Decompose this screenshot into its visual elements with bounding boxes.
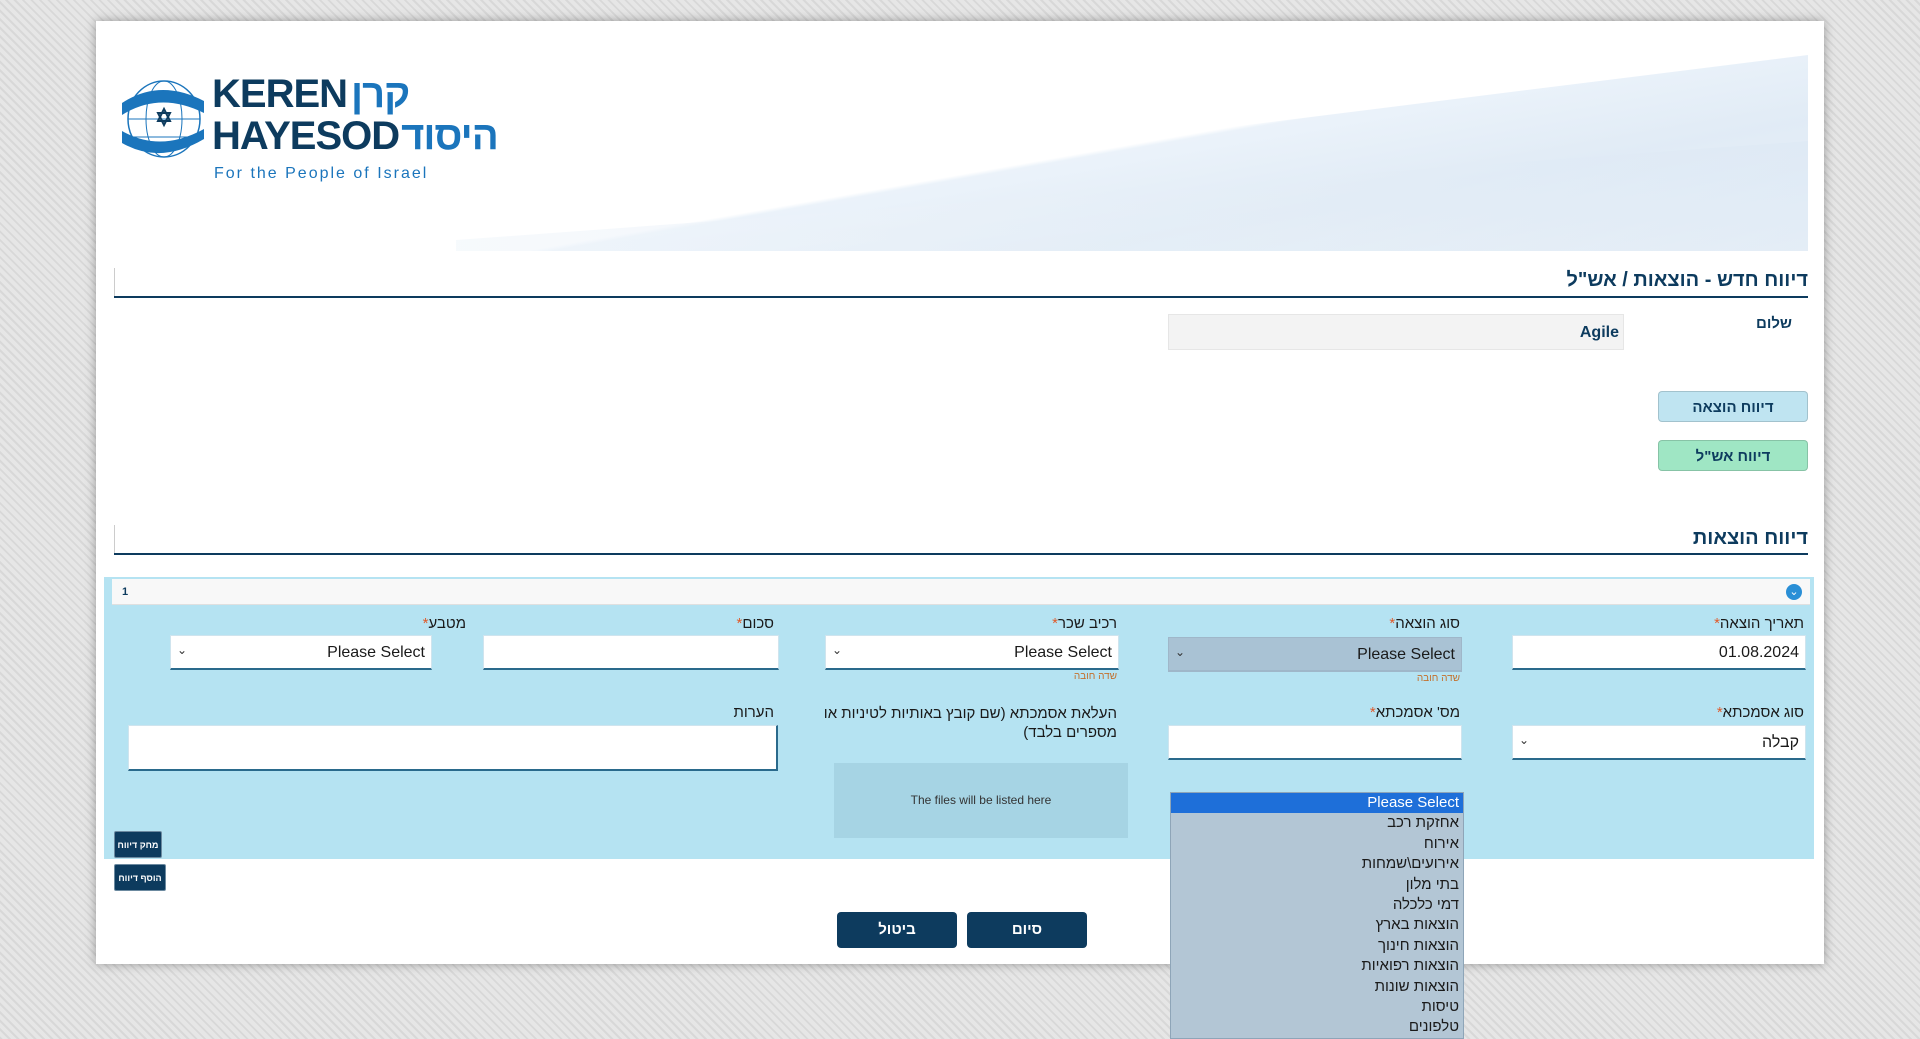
- item-number: 1: [122, 586, 129, 598]
- currency-value: Please Select: [327, 644, 425, 661]
- expenses-section-title: דיווח הוצאות: [1692, 527, 1808, 549]
- rental-car-select[interactable]: Please Select ⌄: [825, 635, 1119, 670]
- expense-date-label-text: תאריך הוצאה: [1719, 615, 1804, 632]
- currency-label: מטבע*: [423, 615, 466, 632]
- chevron-down-icon: ⌄: [1175, 645, 1186, 659]
- currency-label-text: מטבע: [428, 615, 467, 632]
- logo-keren-he: קרן: [351, 72, 410, 116]
- rental-car-required-hint: שדה חובה: [1073, 671, 1117, 682]
- logo-hayesod-he: היסוד: [401, 114, 499, 158]
- dropdown-option[interactable]: הוצאות חינוך: [1171, 936, 1463, 956]
- notes-textarea[interactable]: [128, 725, 778, 771]
- amount-label: סכום*: [737, 615, 774, 632]
- logo-keren: KEREN: [212, 72, 348, 116]
- chevron-down-icon: ⌄: [177, 643, 188, 657]
- collapse-chevron-icon[interactable]: ⌄: [1786, 584, 1802, 600]
- rental-car-label: רכיב שכר*: [1052, 615, 1117, 632]
- finish-button[interactable]: סיום: [967, 912, 1087, 948]
- rental-car-value: Please Select: [1014, 644, 1112, 661]
- expense-type-value: Please Select: [1357, 646, 1455, 663]
- dropdown-option[interactable]: הוצאות רפואיות: [1171, 956, 1463, 976]
- reference-type-select[interactable]: קבלה ⌄: [1512, 725, 1806, 760]
- dropdown-option[interactable]: הוצאות שונות: [1171, 977, 1463, 997]
- dropdown-option[interactable]: אחזקת רכב: [1171, 813, 1463, 833]
- upload-label: העלאת אסמכתא (שם קובץ באותיות לטיניות או…: [823, 705, 1117, 741]
- notes-label: הערות: [733, 704, 774, 721]
- expense-date-label: תאריך הוצאה*: [1714, 615, 1804, 632]
- reference-number-label-text: מס' אסמכתא: [1375, 704, 1460, 721]
- page-card: KEREN קרן HAYESODהיסוד For the People of …: [96, 21, 1824, 964]
- dropdown-option[interactable]: אירועים\שמחות: [1171, 854, 1463, 874]
- dropdown-option[interactable]: טיסות: [1171, 997, 1463, 1017]
- reference-number-label: מס' אסמכתא*: [1370, 704, 1460, 721]
- expense-type-label-text: סוג הוצאה: [1395, 615, 1460, 632]
- file-upload-dropzone[interactable]: The files will be listed here: [834, 763, 1128, 838]
- expense-type-required-hint: שדה חובה: [1416, 673, 1460, 684]
- expense-report-button[interactable]: דיווח הוצאה: [1658, 391, 1808, 422]
- title-divider: [114, 268, 1808, 298]
- logo-line1: KEREN קרן: [212, 72, 410, 116]
- keren-hayesod-logo: KEREN קרן HAYESODהיסוד For the People of …: [120, 72, 499, 213]
- reference-type-label: סוג אסמכתא*: [1717, 704, 1804, 721]
- amount-input[interactable]: [483, 635, 779, 670]
- page-title: דיווח חדש - הוצאות / אש"ל: [1566, 269, 1808, 291]
- add-report-button[interactable]: הוסף דיווח: [114, 864, 166, 891]
- expense-form-panel: 1 ⌄ תאריך הוצאה* סוג הוצאה* רכיב שכר* סכ…: [104, 577, 1814, 859]
- expense-date-input[interactable]: 01.08.2024: [1512, 635, 1806, 670]
- amount-label-text: סכום: [742, 615, 774, 632]
- ashel-report-button[interactable]: דיווח אש"ל: [1658, 440, 1808, 471]
- dropdown-option[interactable]: אירוח: [1171, 834, 1463, 854]
- dropdown-option[interactable]: בתי מלון: [1171, 875, 1463, 895]
- chevron-down-icon: ⌄: [1519, 733, 1530, 747]
- expenses-divider: [114, 525, 1808, 555]
- logo-tagline: For the People of Israel: [214, 165, 429, 182]
- expense-type-label: סוג הוצאה*: [1389, 615, 1460, 632]
- cancel-button[interactable]: ביטול: [837, 912, 957, 948]
- greeting-label: שלום: [1756, 315, 1792, 332]
- reference-type-label-text: סוג אסמכתא: [1722, 704, 1804, 721]
- panel-header[interactable]: 1 ⌄: [112, 579, 1810, 605]
- reference-type-value: קבלה: [1762, 734, 1799, 751]
- expense-type-select[interactable]: Please Select ⌄: [1168, 637, 1462, 672]
- delete-report-button[interactable]: מחק דיווח: [114, 831, 162, 858]
- currency-select[interactable]: Please Select ⌄: [170, 635, 432, 670]
- reference-number-input[interactable]: [1168, 725, 1462, 760]
- rental-car-label-text: רכיב שכר: [1057, 615, 1117, 632]
- chevron-down-icon: ⌄: [832, 643, 843, 657]
- greeting-name: Agile: [1168, 314, 1624, 350]
- dropdown-option[interactable]: Please Select: [1171, 793, 1463, 814]
- expense-type-dropdown[interactable]: Please Select אחזקת רכב אירוח אירועים\שמחות…: [1170, 792, 1464, 1039]
- logo-line2: HAYESODהיסוד: [212, 114, 499, 158]
- dropdown-option[interactable]: דמי כלכלה: [1171, 895, 1463, 915]
- logo-hayesod: HAYESOD: [212, 114, 400, 158]
- dropdown-option[interactable]: טלפונים: [1171, 1017, 1463, 1037]
- dropdown-option[interactable]: הוצאות בארץ: [1171, 915, 1463, 935]
